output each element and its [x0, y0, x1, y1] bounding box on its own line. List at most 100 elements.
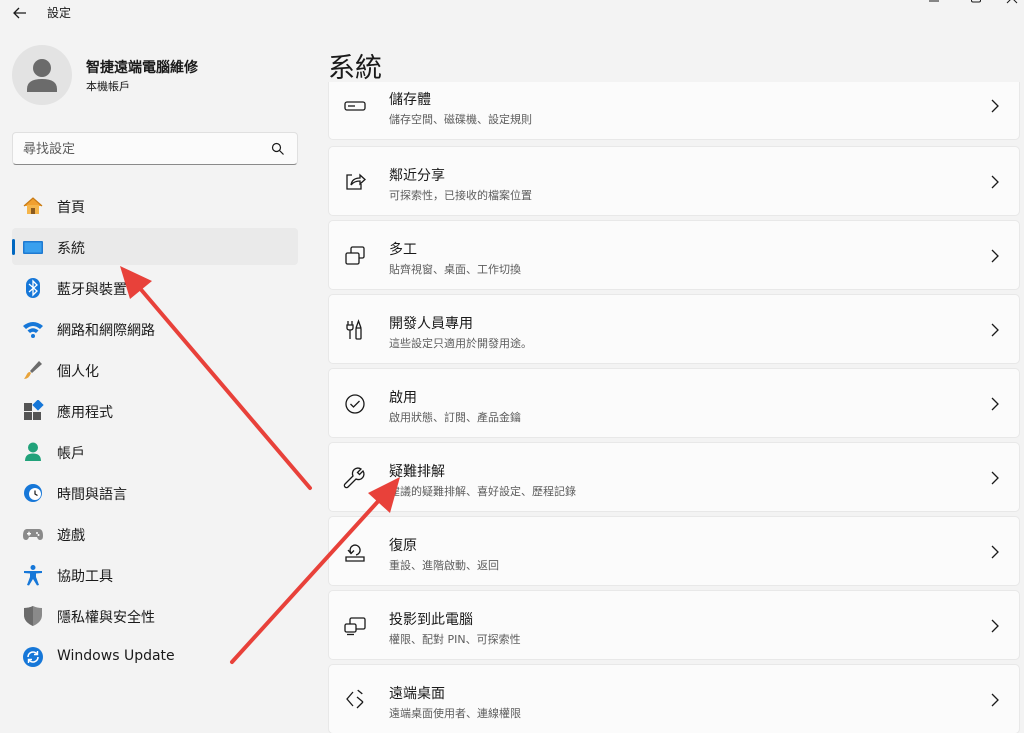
minimize-button[interactable]	[924, 0, 944, 8]
settings-card-nearby-sharing[interactable]: 鄰近分享 可探索性，已接收的檔案位置	[328, 146, 1020, 216]
sidebar-item-label: 網路和網際網路	[57, 323, 155, 339]
accessibility-icon	[22, 564, 44, 586]
settings-card-recovery[interactable]: 復原 重設、進階啟動、返回	[328, 516, 1020, 586]
sidebar-item-label: 協助工具	[57, 569, 113, 585]
chevron-right-icon	[989, 248, 1001, 264]
home-icon	[22, 195, 44, 217]
card-subtitle: 建議的疑難排解、喜好設定、歷程記錄	[389, 485, 576, 498]
wrench-icon	[343, 467, 367, 489]
back-arrow-icon	[13, 7, 26, 19]
settings-card-project-to-pc[interactable]: 投影到此電腦 權限、配對 PIN、可探索性	[328, 590, 1020, 660]
card-subtitle: 儲存空間、磁碟機、設定規則	[389, 113, 532, 126]
card-title: 啟用	[389, 390, 417, 406]
bluetooth-icon	[22, 277, 44, 299]
sidebar-item-label: Windows Update	[57, 648, 175, 664]
settings-list: 儲存體 儲存空間、磁碟機、設定規則 鄰近分享 可探索性，已接收的檔案位置 多工 …	[328, 82, 1020, 733]
developer-tools-icon	[343, 319, 367, 341]
sidebar-item-network[interactable]: 網路和網際網路	[12, 310, 298, 347]
chevron-right-icon	[989, 322, 1001, 338]
sidebar-item-label: 遊戲	[57, 528, 85, 544]
card-subtitle: 權限、配對 PIN、可探索性	[389, 633, 521, 646]
search-box[interactable]	[12, 132, 298, 165]
settings-card-troubleshoot[interactable]: 疑難排解 建議的疑難排解、喜好設定、歷程記錄	[328, 442, 1020, 512]
chevron-right-icon	[989, 618, 1001, 634]
minimize-icon	[929, 0, 939, 2]
card-subtitle: 啟用狀態、訂閱、產品金鑰	[389, 411, 521, 424]
sidebar-nav: 首頁 系統 藍牙與裝置 網路和網際網路 個人化 應用程式 帳戶 時間與語言 遊戲…	[12, 187, 298, 679]
sidebar-item-privacy[interactable]: 隱私權與安全性	[12, 597, 298, 634]
settings-card-for-developers[interactable]: 開發人員專用 這些設定只適用於開發用途。	[328, 294, 1020, 364]
sidebar-item-time-language[interactable]: 時間與語言	[12, 474, 298, 511]
multitask-icon	[343, 245, 367, 267]
wifi-icon	[22, 318, 44, 340]
search-input[interactable]	[23, 139, 263, 159]
update-icon	[22, 646, 44, 668]
card-subtitle: 重設、進階啟動、返回	[389, 559, 499, 572]
chevron-right-icon	[989, 98, 1001, 114]
clock-globe-icon	[22, 482, 44, 504]
sidebar-item-apps[interactable]: 應用程式	[12, 392, 298, 429]
chevron-right-icon	[989, 692, 1001, 708]
card-subtitle: 遠端桌面使用者、連線權限	[389, 707, 521, 720]
sidebar-item-bluetooth[interactable]: 藍牙與裝置	[12, 269, 298, 306]
sidebar-item-label: 時間與語言	[57, 487, 127, 503]
project-pc-icon	[343, 615, 367, 637]
person-icon	[27, 59, 57, 92]
sidebar-item-label: 系統	[57, 241, 85, 257]
storage-drive-icon	[343, 95, 367, 117]
card-title: 復原	[389, 538, 417, 554]
card-title: 多工	[389, 242, 417, 258]
apps-icon	[22, 400, 44, 422]
maximize-button[interactable]	[966, 0, 986, 8]
card-title: 投影到此電腦	[389, 612, 473, 628]
sidebar-item-gaming[interactable]: 遊戲	[12, 515, 298, 552]
account-icon	[22, 441, 44, 463]
sidebar-item-system[interactable]: 系統	[12, 228, 298, 265]
card-subtitle: 可探索性，已接收的檔案位置	[389, 189, 532, 202]
recovery-icon	[343, 541, 367, 563]
chevron-right-icon	[989, 396, 1001, 412]
sidebar-item-label: 個人化	[57, 364, 99, 380]
check-circle-icon	[343, 393, 367, 415]
card-subtitle: 貼齊視窗、桌面、工作切換	[389, 263, 521, 276]
sidebar-item-label: 隱私權與安全性	[57, 610, 155, 626]
sidebar-item-label: 應用程式	[57, 405, 113, 421]
chevron-right-icon	[989, 470, 1001, 486]
remote-desktop-icon	[343, 689, 367, 711]
search-icon[interactable]	[271, 142, 285, 156]
back-button[interactable]	[8, 2, 32, 24]
card-title: 鄰近分享	[389, 168, 445, 184]
close-icon	[1006, 0, 1018, 4]
chevron-right-icon	[989, 544, 1001, 560]
chevron-right-icon	[989, 174, 1001, 190]
app-title: 設定	[47, 6, 72, 20]
card-title: 儲存體	[389, 92, 431, 108]
sidebar-item-personalization[interactable]: 個人化	[12, 351, 298, 388]
settings-card-activation[interactable]: 啟用 啟用狀態、訂閱、產品金鑰	[328, 368, 1020, 438]
profile-name: 智捷遠端電腦維修	[86, 60, 198, 76]
sidebar-item-label: 藍牙與裝置	[57, 282, 127, 298]
share-icon	[343, 171, 367, 193]
page-title: 系統	[328, 53, 382, 84]
sidebar-item-label: 帳戶	[57, 446, 85, 462]
sidebar-item-accounts[interactable]: 帳戶	[12, 433, 298, 470]
avatar[interactable]	[12, 45, 72, 105]
title-bar: 設定	[0, 0, 1024, 26]
brush-icon	[22, 359, 44, 381]
settings-card-multitasking[interactable]: 多工 貼齊視窗、桌面、工作切換	[328, 220, 1020, 290]
card-title: 遠端桌面	[389, 686, 445, 702]
card-subtitle: 這些設定只適用於開發用途。	[389, 337, 532, 350]
close-button[interactable]	[1002, 0, 1022, 8]
sidebar-item-windows-update[interactable]: Windows Update	[12, 638, 298, 675]
card-title: 開發人員專用	[389, 316, 473, 332]
shield-icon	[22, 605, 44, 627]
sidebar-item-label: 首頁	[57, 200, 85, 216]
gamepad-icon	[22, 523, 44, 545]
maximize-icon	[971, 0, 981, 3]
system-icon	[22, 236, 44, 258]
settings-card-remote-desktop[interactable]: 遠端桌面 遠端桌面使用者、連線權限	[328, 664, 1020, 733]
sidebar-item-home[interactable]: 首頁	[12, 187, 298, 224]
card-title: 疑難排解	[389, 464, 445, 480]
sidebar-item-accessibility[interactable]: 協助工具	[12, 556, 298, 593]
settings-card-storage[interactable]: 儲存體 儲存空間、磁碟機、設定規則	[328, 82, 1020, 140]
